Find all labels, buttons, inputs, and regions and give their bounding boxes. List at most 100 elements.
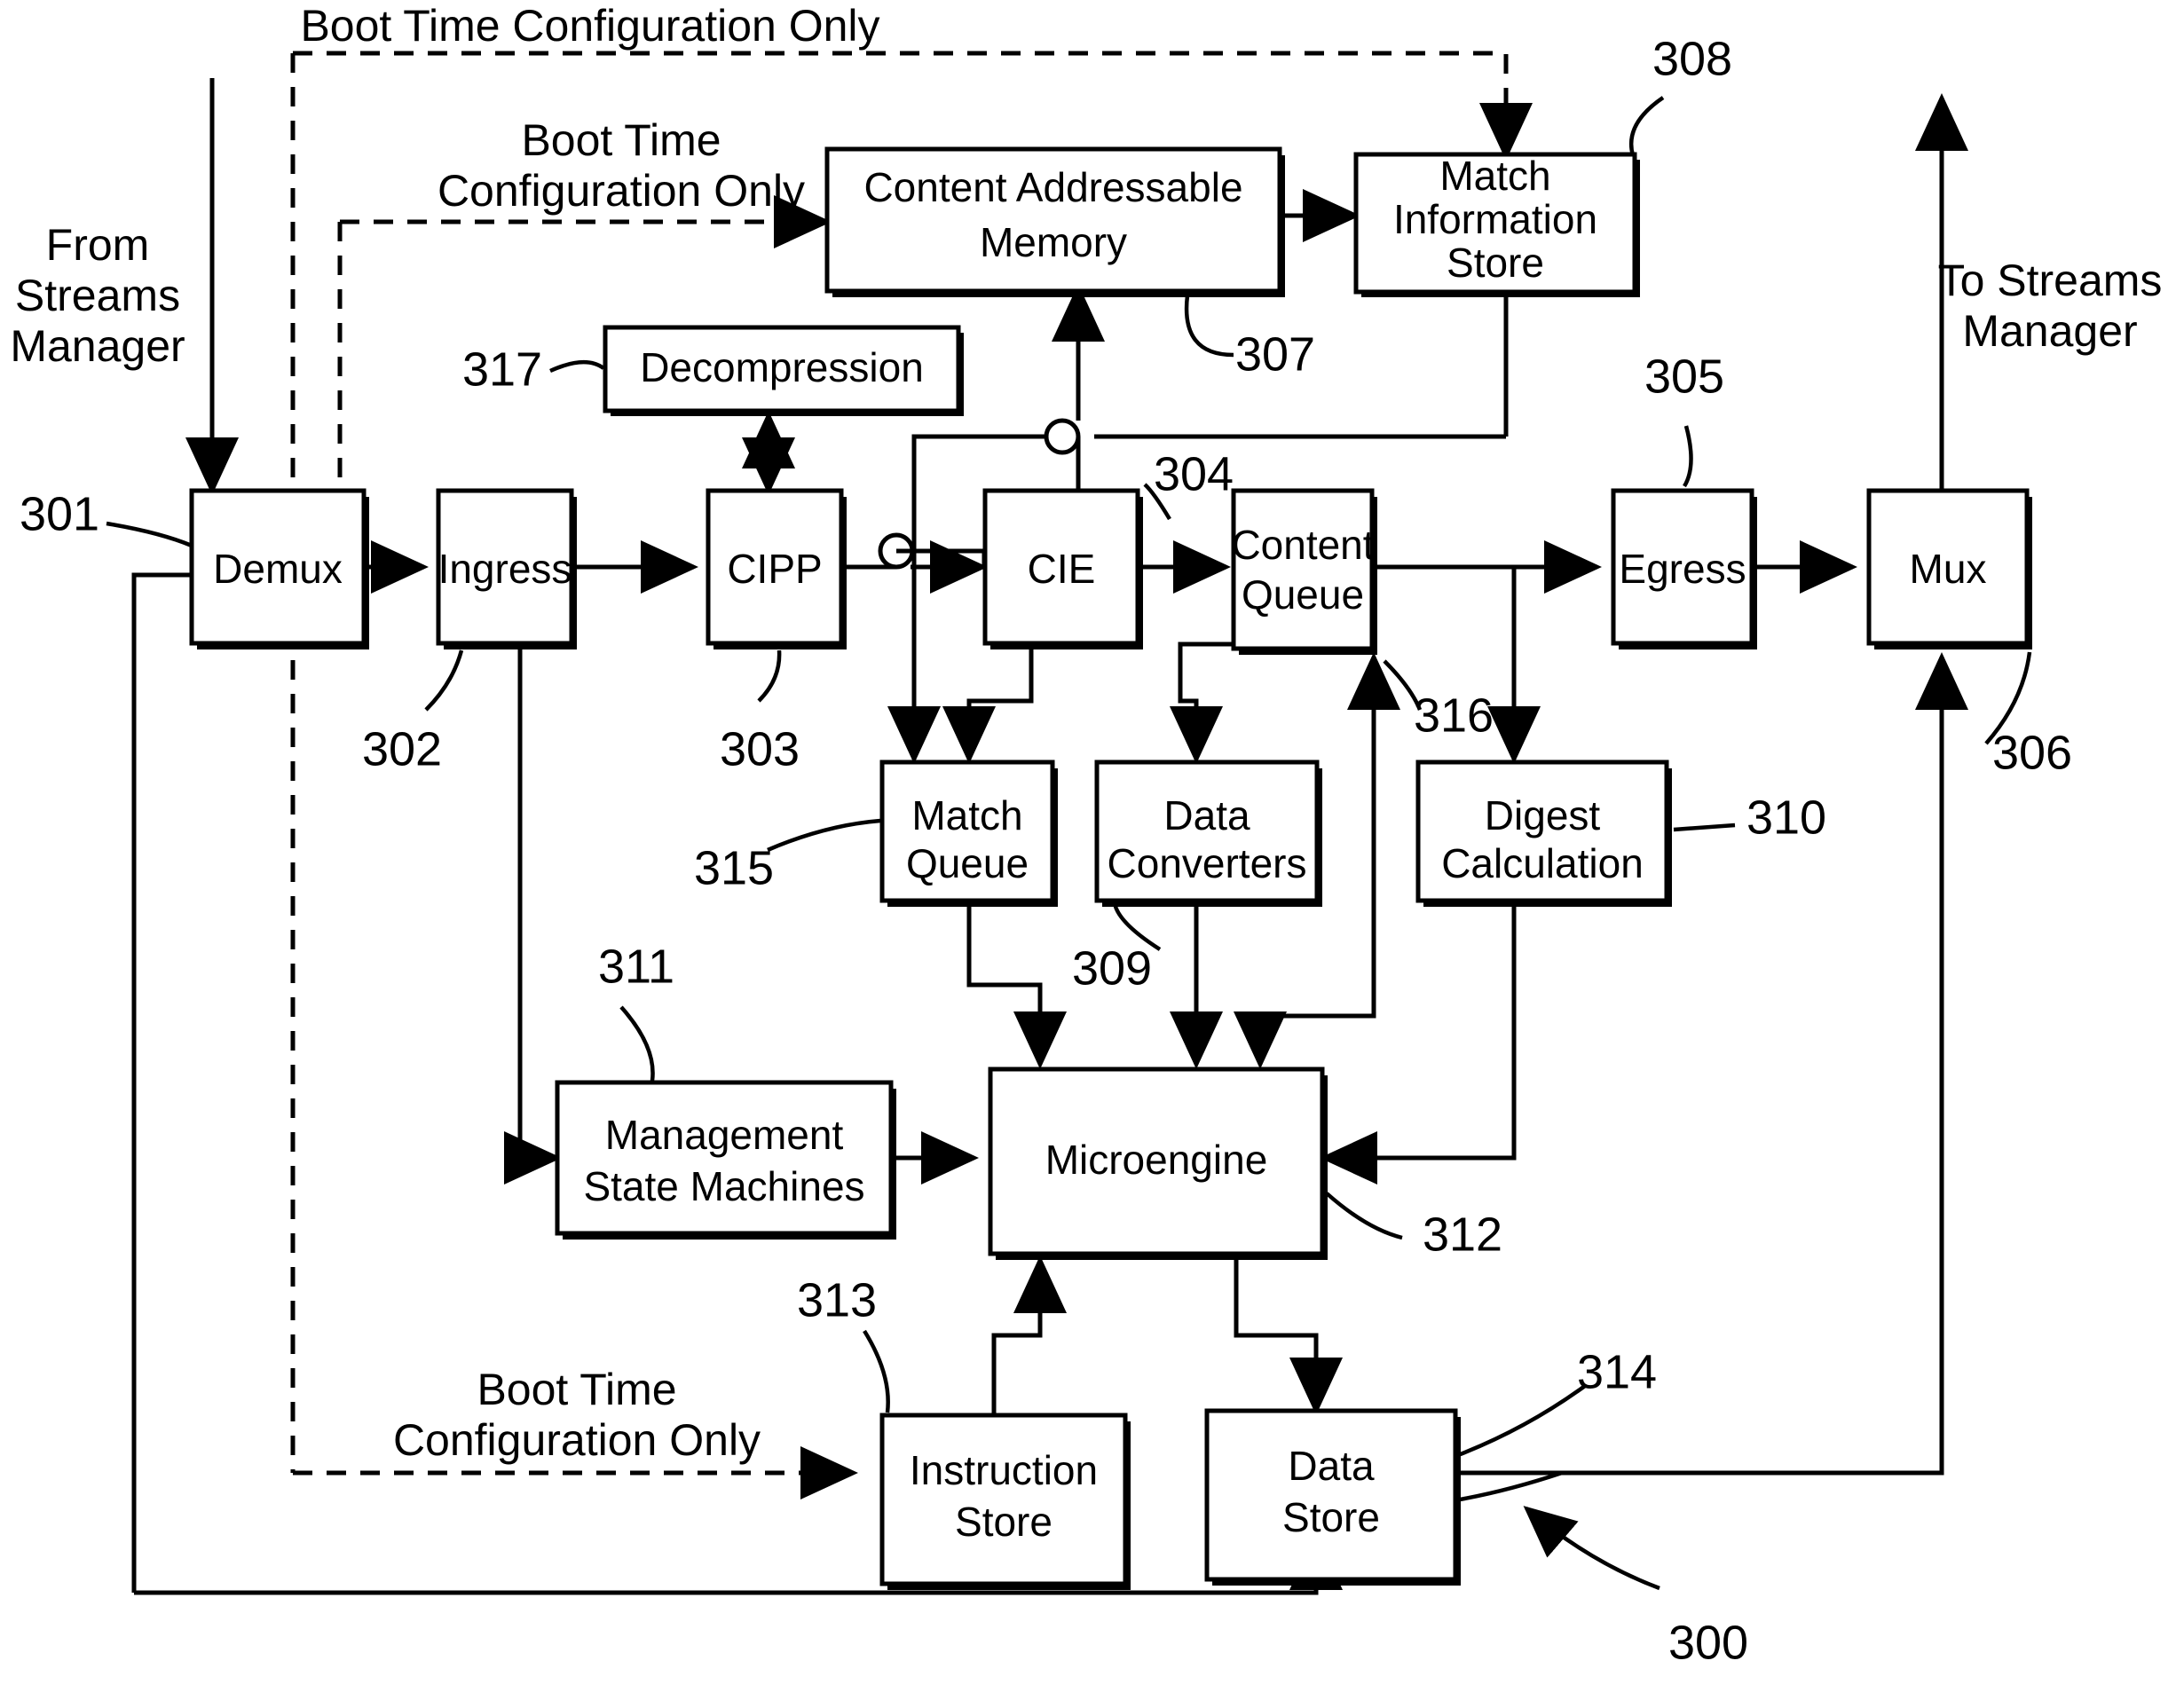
cipp-label: CIPP	[727, 546, 822, 592]
ref-303: 303	[720, 722, 800, 775]
leader-308	[1628, 96, 1665, 156]
line-match-queue-to-microengine	[966, 901, 1067, 1069]
leader-311	[619, 1005, 655, 1082]
msm-label-line1: Management	[605, 1112, 844, 1158]
block-ingress[interactable]: Ingress	[436, 488, 577, 649]
block-data-converters[interactable]: Data Converters	[1094, 760, 1322, 907]
line-hop-cie-up	[1044, 418, 1081, 455]
content-queue-label-line2: Queue	[1242, 571, 1364, 618]
ingress-label: Ingress	[438, 546, 572, 592]
cam-label-line1: Content Addressable	[863, 164, 1242, 210]
data-store-label-line2: Store	[1282, 1494, 1380, 1540]
leader-303	[757, 649, 782, 703]
from-streams-label-line1: From	[46, 220, 150, 270]
block-management-state-machines[interactable]: Management State Machines	[555, 1080, 896, 1240]
from-streams-label-line2: Streams	[15, 271, 180, 320]
leader-313	[863, 1329, 890, 1413]
ref-306: 306	[1992, 726, 2072, 779]
block-digest-calculation[interactable]: Digest Calculation	[1415, 760, 1672, 907]
cie-label: CIE	[1028, 546, 1096, 592]
block-mux[interactable]: Mux	[1866, 488, 2032, 649]
line-cie-to-match-queue	[942, 644, 1034, 764]
mis-label-line1: Match	[1439, 153, 1550, 199]
block-decompression[interactable]: Decompression	[603, 325, 964, 416]
dashed-boot-config-to-mis	[293, 51, 1533, 161]
block-match-information-store[interactable]: Match Information Store	[1353, 152, 1640, 297]
line-branch-to-microengine-right	[1234, 1011, 1374, 1069]
block-content-queue[interactable]: Content Queue	[1231, 488, 1377, 655]
ref-311: 311	[598, 940, 674, 993]
line-content-queue-to-data-converters	[1170, 641, 1246, 764]
block-content-addressable-memory[interactable]: Content Addressable Memory	[824, 146, 1285, 297]
line-microengine-to-data-store	[1234, 1260, 1343, 1415]
boot-time-bottom-label-line2: Configuration Only	[393, 1415, 761, 1465]
leader-314	[1459, 1470, 1563, 1502]
ref-304: 304	[1154, 447, 1234, 500]
decompression-label: Decompression	[640, 344, 924, 390]
figure-svg: Content Addressable Memory Match Informa…	[10, 1, 2163, 1669]
ref-310: 310	[1746, 791, 1826, 844]
leader-307	[1184, 295, 1234, 358]
boot-time-top-label: Boot Time Configuration Only	[300, 1, 879, 51]
content-queue-label-line1: Content	[1231, 522, 1374, 568]
instruction-store-label-line2: Store	[955, 1499, 1053, 1545]
boot-time-mid-label-line1: Boot Time	[521, 115, 721, 165]
ref-313: 313	[797, 1273, 877, 1326]
block-data-store[interactable]: Data Store	[1204, 1408, 1461, 1586]
block-egress[interactable]: Egress	[1611, 488, 1757, 649]
leader-314b	[1457, 1384, 1587, 1458]
line-digest-to-microengine	[1320, 901, 1517, 1185]
cam-label-line2: Memory	[980, 219, 1127, 265]
mux-label: Mux	[1910, 546, 1987, 592]
block-match-queue[interactable]: Match Queue	[879, 760, 1058, 907]
egress-label: Egress	[1619, 546, 1746, 592]
ref-312: 312	[1423, 1208, 1502, 1261]
ref-309: 309	[1072, 941, 1152, 995]
digest-label-line1: Digest	[1485, 792, 1601, 838]
leader-315	[767, 818, 881, 853]
mis-label-line3: Store	[1447, 240, 1544, 286]
line-ingress-to-msm	[504, 644, 562, 1185]
data-store-label-line1: Data	[1288, 1443, 1375, 1489]
content-queue-box	[1231, 488, 1375, 651]
block-instruction-store[interactable]: Instruction Store	[879, 1413, 1131, 1590]
ref-301: 301	[20, 487, 99, 540]
ref-317: 317	[462, 342, 542, 396]
to-streams-label-line1: To Streams	[1938, 256, 2163, 305]
ref-308: 308	[1652, 32, 1732, 85]
ref-305: 305	[1644, 350, 1724, 403]
boot-time-mid-label-line2: Configuration Only	[438, 166, 805, 216]
demux-label: Demux	[213, 546, 343, 592]
ref-300: 300	[1668, 1616, 1748, 1669]
to-streams-label-line2: Manager	[1962, 306, 2137, 356]
leader-317	[549, 359, 605, 374]
block-demux[interactable]: Demux	[189, 488, 369, 649]
line-bottom-to-data-store	[134, 1532, 1343, 1595]
data-converters-label-line1: Data	[1163, 792, 1250, 838]
leader-300	[1523, 1506, 1660, 1591]
block-cie[interactable]: CIE	[982, 488, 1143, 649]
microengine-label: Microengine	[1045, 1137, 1268, 1183]
digest-label-line2: Calculation	[1441, 840, 1644, 886]
ref-314: 314	[1577, 1345, 1657, 1398]
line-instruction-store-to-microengine	[991, 1255, 1067, 1415]
line-cq-feed-a	[1299, 985, 1376, 1019]
leader-302	[424, 649, 464, 712]
mis-label-line2: Information	[1393, 196, 1597, 242]
leader-310	[1673, 823, 1736, 832]
block-microengine[interactable]: Microengine	[988, 1067, 1328, 1260]
from-streams-label-line3: Manager	[10, 321, 185, 371]
leader-305	[1683, 425, 1693, 488]
line-bottom-feedback-to-demux	[131, 572, 212, 1593]
patent-figure-canvas: Content Addressable Memory Match Informa…	[0, 0, 2176, 1708]
boot-time-bottom-label-line1: Boot Time	[477, 1365, 676, 1414]
leader-312	[1325, 1192, 1403, 1240]
ref-302: 302	[362, 722, 442, 775]
msm-label-line2: State Machines	[583, 1163, 864, 1209]
data-converters-label-line2: Converters	[1108, 840, 1307, 886]
match-queue-label-line2: Queue	[906, 840, 1029, 886]
leader-301	[106, 521, 193, 548]
ref-315: 315	[694, 841, 774, 894]
block-cipp[interactable]: CIPP	[706, 488, 847, 649]
instruction-store-label-line1: Instruction	[910, 1447, 1098, 1493]
